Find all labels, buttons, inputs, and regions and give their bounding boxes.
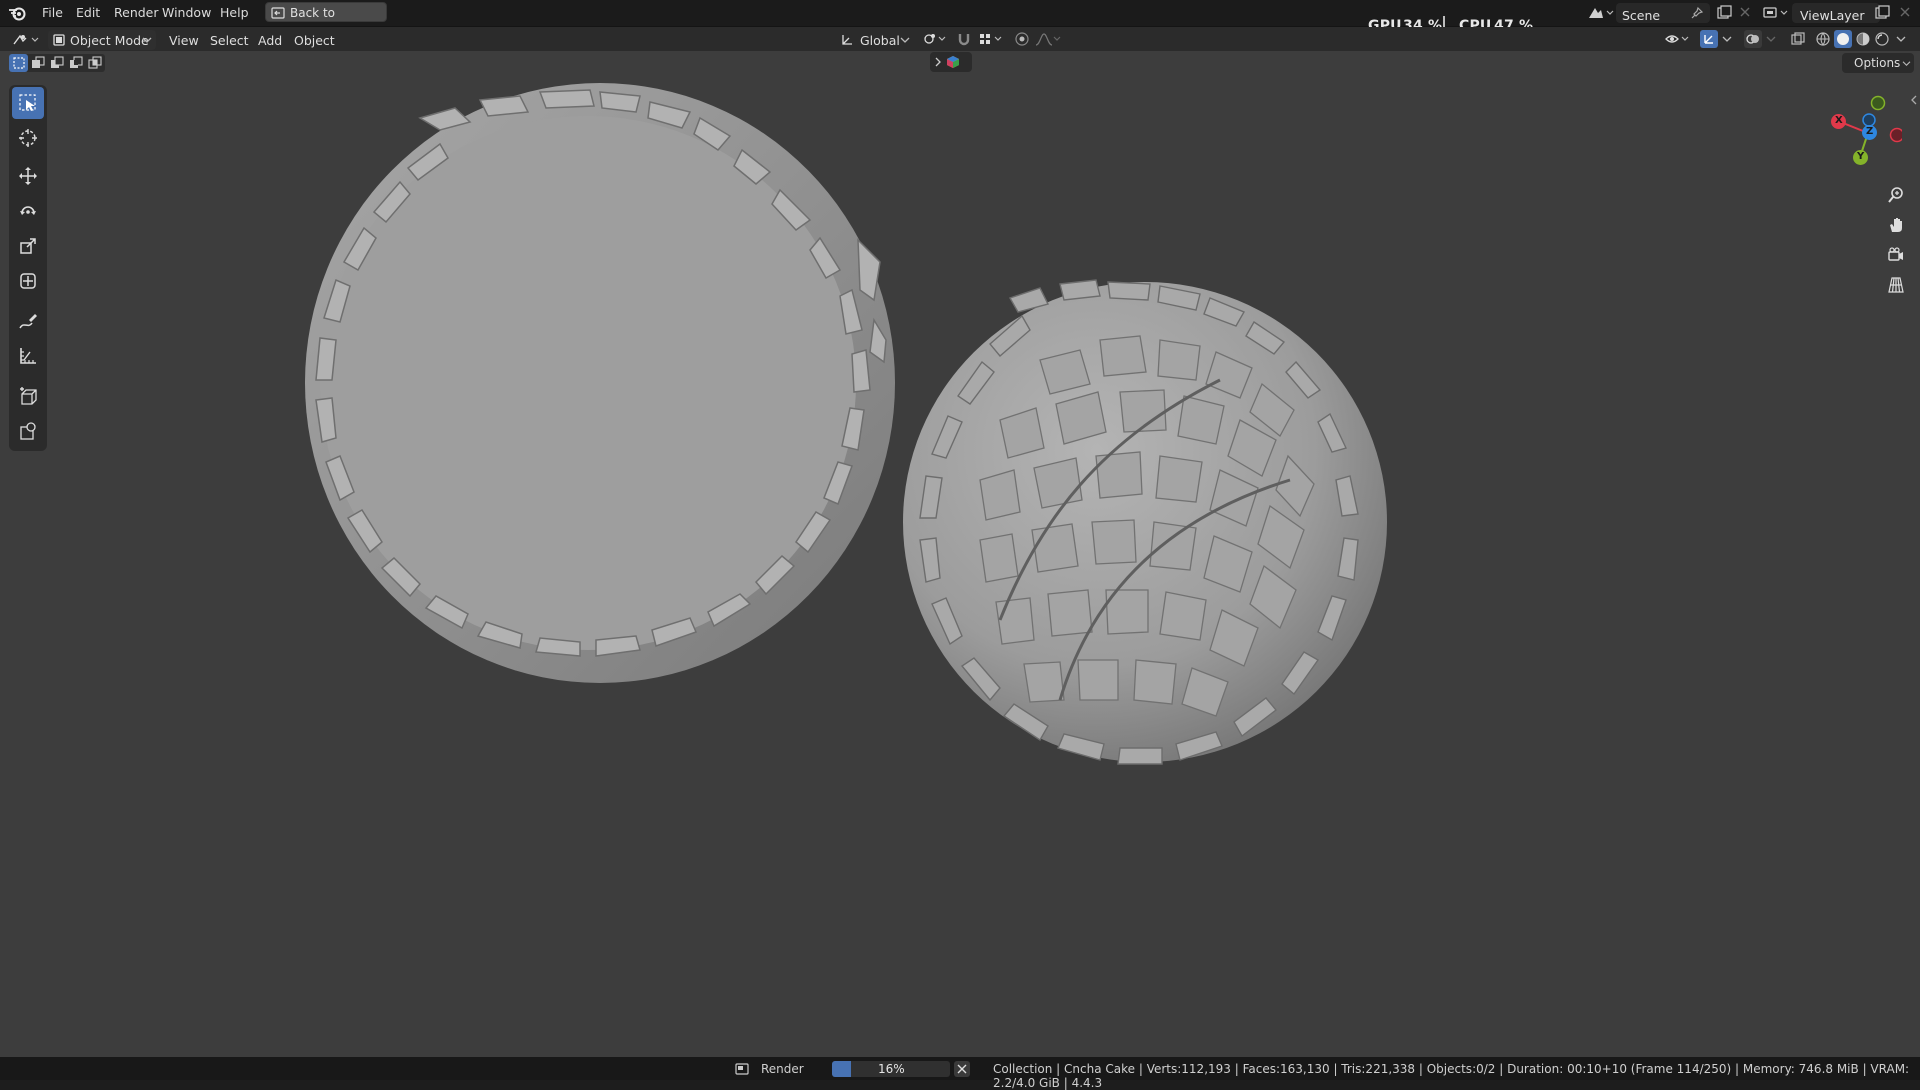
3d-viewport[interactable]: Options X Z Y [0,51,1920,1057]
gizmo-x-label: X [1835,115,1843,126]
gizmo-icon [1704,35,1713,44]
delete-view-layer-icon[interactable] [1898,5,1912,19]
mode-label: Object Mode [70,33,149,48]
transform-orientation-dropdown[interactable]: Global [838,30,912,50]
shading-solid-icon [1837,33,1849,45]
render-progress-bar: 16% [832,1061,950,1077]
gizmo-y-label: Y [1857,151,1865,162]
shading-options-chevron-icon[interactable] [1896,35,1906,43]
pin-icon[interactable] [1690,6,1704,20]
menu-edit[interactable]: Edit [70,4,106,22]
overlays-chevron-icon[interactable] [1766,35,1776,43]
object-visibility-icon[interactable] [1664,31,1692,47]
back-to-previous-button[interactable]: Back to Previous [265,2,387,40]
zoom-magnifier-icon [1888,187,1903,203]
menu-select[interactable]: Select [210,33,249,48]
cake-sphere-mesh[interactable] [903,279,1387,765]
overlays-toggle-button[interactable] [1744,30,1762,48]
camera-view-button[interactable] [1882,241,1910,269]
cake-disc-mesh[interactable] [305,83,895,683]
hand-icon [1890,218,1902,232]
menu-window[interactable]: Window [156,4,217,22]
grid-perspective-icon [1888,277,1904,293]
gizmo-options-chevron-icon[interactable] [1722,35,1732,43]
orientation-axes-icon [842,35,852,45]
scene-statistics: Collection | Cncha Cake | Verts:112,193 … [993,1062,1910,1090]
render-job-label: Render [761,1062,804,1076]
back-icon [271,7,285,19]
top-menu-bar: File Edit Render Window Help Back to Pre… [0,0,1920,40]
orientation-label: Global [860,33,900,48]
scene-objects [305,83,1387,765]
menu-object[interactable]: Object [294,33,335,48]
proportional-editing-icon[interactable] [1014,31,1030,47]
zoom-view-button[interactable] [1882,181,1910,209]
gizmo-toggle-button[interactable] [1700,30,1718,48]
render-progress-fill [832,1061,851,1077]
snap-magnet-icon[interactable] [956,31,972,47]
blender-logo-icon[interactable] [8,4,28,22]
shading-wireframe-icon[interactable] [1815,31,1831,47]
snap-target-icon[interactable] [978,31,1006,47]
shading-material-icon[interactable] [1855,31,1871,47]
new-scene-icon[interactable] [1716,5,1732,21]
view-layer-name: ViewLayer [1800,8,1865,23]
overlays-icon [1746,34,1759,44]
scene-field[interactable]: Scene [1616,3,1710,23]
cancel-render-button[interactable] [954,1061,970,1077]
pivot-point-icon[interactable] [922,31,950,47]
chevron-down-icon [142,37,152,43]
render-job-icon [735,1063,749,1075]
mode-dropdown[interactable]: Object Mode [48,30,156,50]
chevron-down-icon [900,37,910,43]
3d-viewport-icon [13,34,39,45]
perspective-toggle-button[interactable] [1882,271,1910,299]
pan-view-button[interactable] [1882,211,1910,239]
falloff-curve-icon[interactable] [1034,31,1062,47]
menu-help[interactable]: Help [214,4,255,22]
viewport-header: Object Mode View Select Add Object Globa… [0,27,1920,51]
shading-solid-button[interactable] [1834,30,1852,48]
status-bar: Render 16% Collection | Cncha Cake | Ver… [0,1057,1920,1090]
view-layer-field[interactable]: ViewLayer [1792,3,1880,23]
render-progress-text: 16% [878,1062,905,1076]
menu-file[interactable]: File [36,4,69,22]
delete-scene-icon[interactable] [1738,5,1752,19]
editor-type-dropdown[interactable] [8,30,42,50]
scene-type-icon[interactable] [1586,4,1614,22]
menu-view[interactable]: View [169,33,199,48]
navigation-gizmo[interactable]: X Z Y [1822,87,1905,167]
close-icon [957,1064,967,1074]
new-view-layer-icon[interactable] [1874,5,1890,21]
view-layer-type-icon[interactable] [1762,4,1790,22]
camera-icon [1888,247,1903,261]
shading-rendered-icon[interactable] [1874,31,1890,47]
menu-add[interactable]: Add [258,33,282,48]
xray-toggle-icon[interactable] [1790,31,1806,47]
gizmo-z-label: Z [1866,126,1874,137]
object-mode-icon [53,34,65,46]
scene-name: Scene [1622,8,1661,23]
